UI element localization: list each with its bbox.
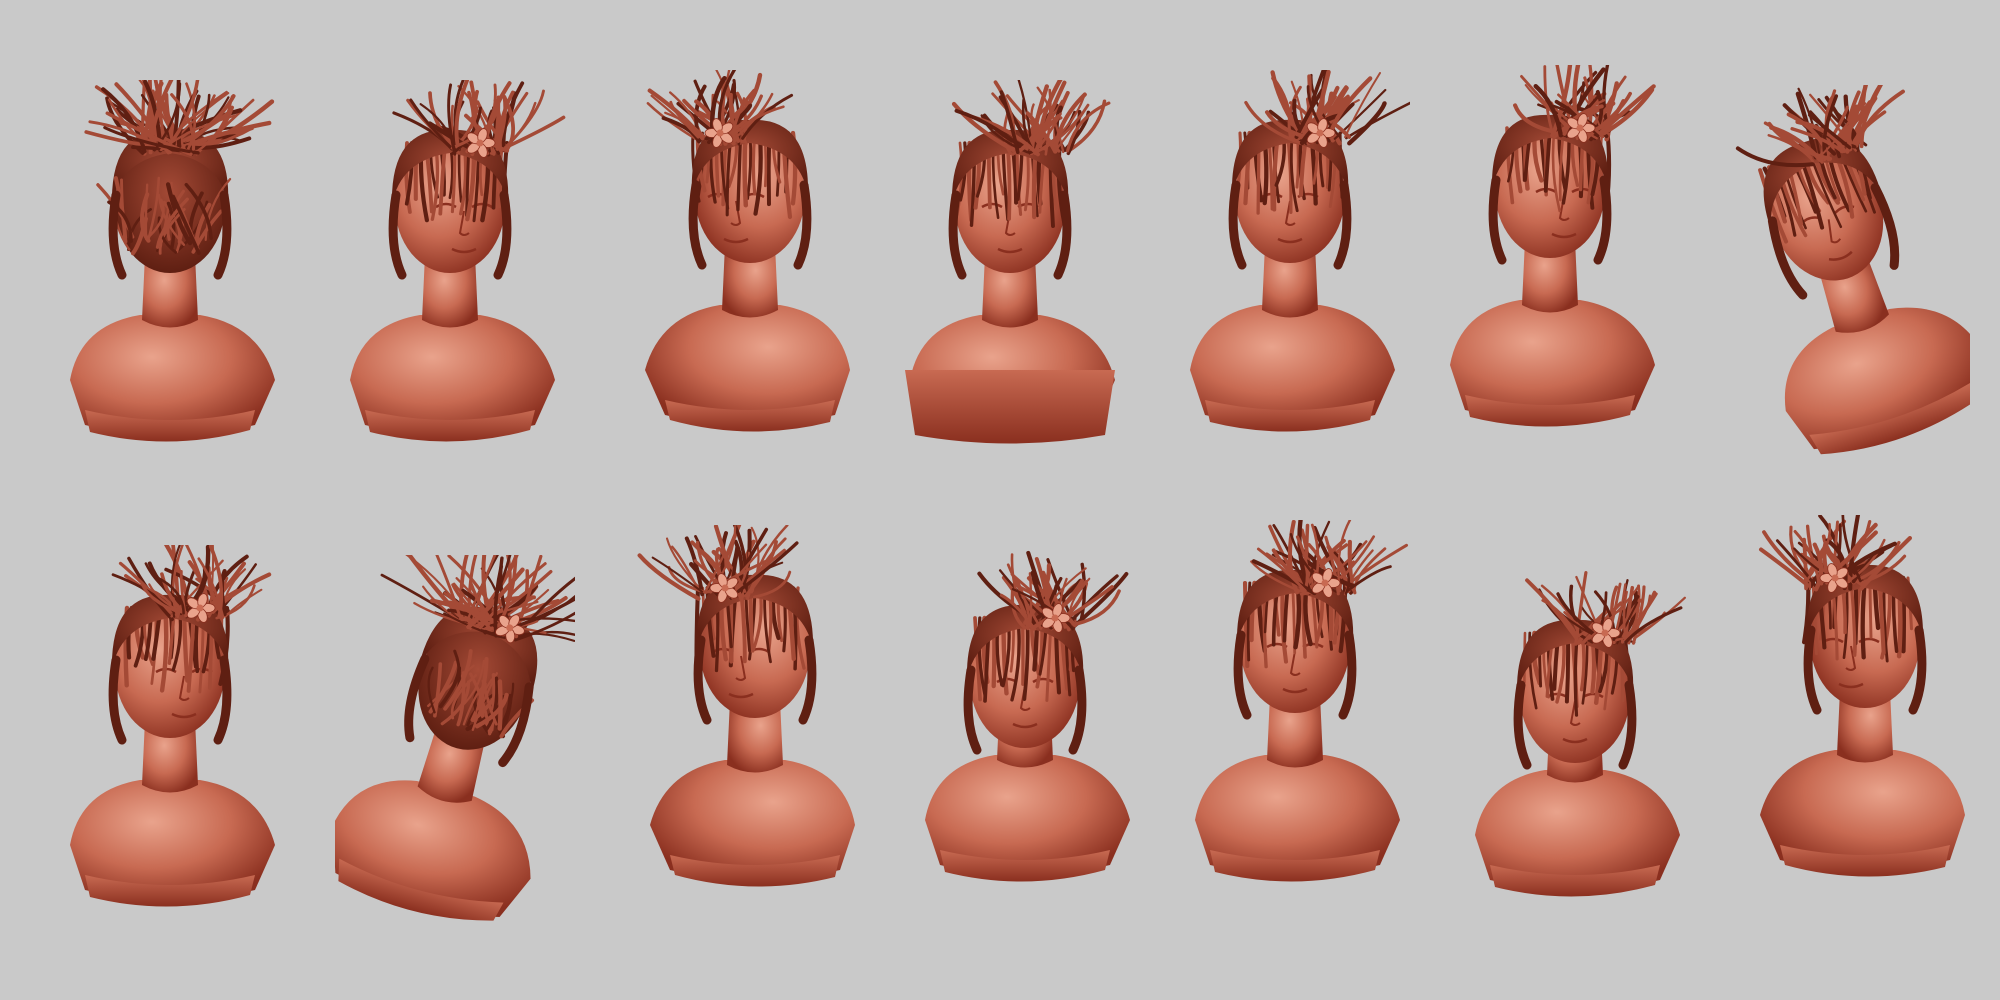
bust-row1-profile-view xyxy=(630,70,870,460)
bust-render xyxy=(350,80,566,442)
bust-row2-three-quarter-left-view xyxy=(635,525,875,915)
bust-render xyxy=(70,80,275,442)
bust-row1-three-quarter-view xyxy=(330,80,570,470)
bust-render xyxy=(1190,70,1410,432)
bust-render xyxy=(335,555,575,921)
bust-render xyxy=(70,545,275,907)
bust-row2-three-quarter-right-view xyxy=(1745,515,1985,905)
bust-render xyxy=(1195,520,1408,882)
bust-render xyxy=(905,80,1115,444)
bust-render xyxy=(1759,515,1965,877)
bust-row2-front-view xyxy=(1175,520,1415,910)
bust-row1-front-view xyxy=(1170,70,1410,460)
bust-render xyxy=(1450,65,1656,427)
ponytail-strands xyxy=(84,80,275,156)
bust-row1-tilted-view xyxy=(1730,85,1970,475)
bust-row1-back-three-quarter-view xyxy=(1430,65,1670,455)
bust-row1-front-up-view xyxy=(890,80,1130,470)
bust-row2-down-right-view xyxy=(1455,535,1695,925)
bust-render xyxy=(1475,571,1686,897)
bust-render xyxy=(645,70,850,432)
bust-render xyxy=(925,550,1130,882)
bust-base-cut xyxy=(905,370,1115,444)
bust-render xyxy=(1735,85,1970,455)
bust-render xyxy=(637,525,855,887)
bust-row2-down-view xyxy=(905,520,1145,910)
bust-row1-back-view xyxy=(50,80,290,470)
bust-row2-three-quarter-view xyxy=(50,545,290,935)
render-stage xyxy=(0,0,2000,1000)
bust-row2-back-tilted-view xyxy=(335,555,575,945)
